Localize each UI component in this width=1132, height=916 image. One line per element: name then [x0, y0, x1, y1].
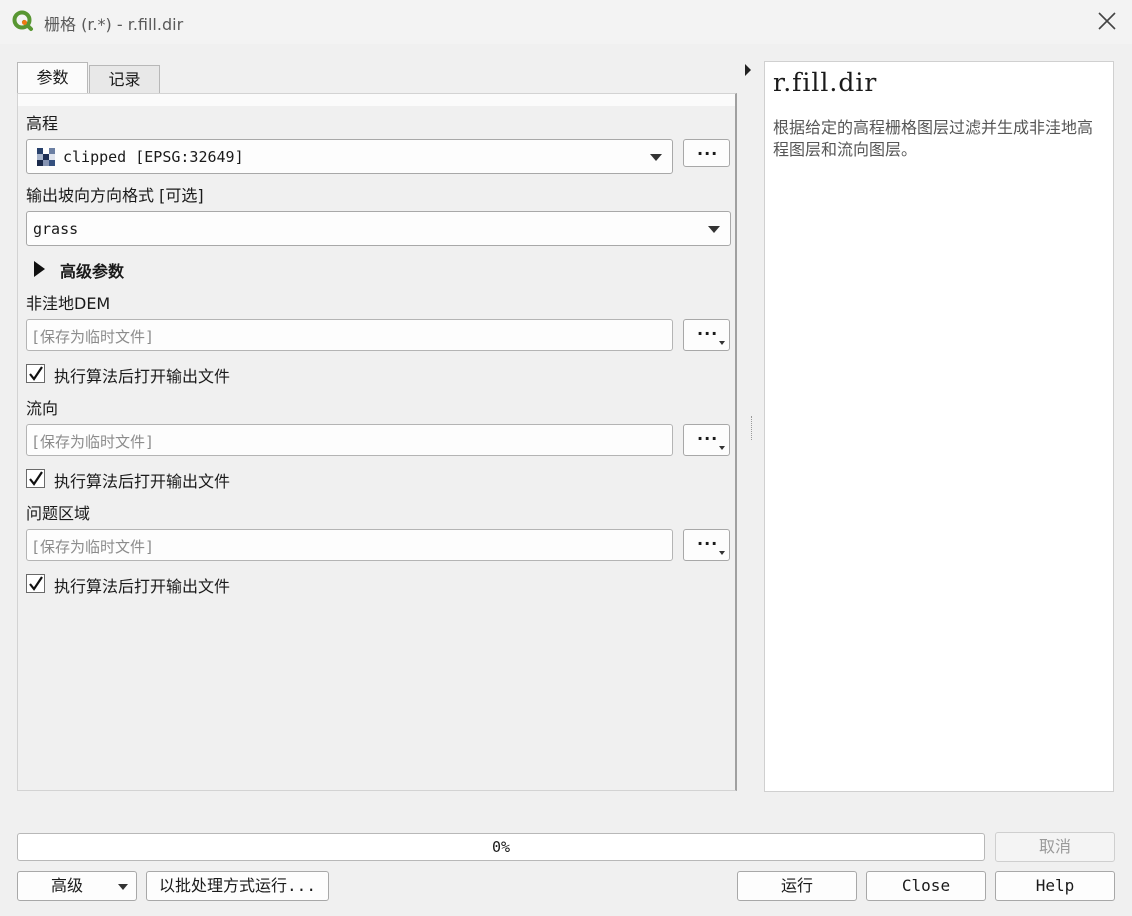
output-depressionless-dem-label: 非洼地DEM: [26, 294, 111, 313]
help-button[interactable]: Help: [995, 871, 1115, 901]
chevron-down-icon: [650, 154, 662, 161]
chevron-down-icon: [118, 884, 128, 890]
close-button[interactable]: Close: [866, 871, 986, 901]
title-bar: 栅格 (r.*) - r.fill.dir: [0, 0, 1132, 44]
open-output-label: 执行算法后打开输出文件: [54, 367, 231, 386]
run-batch-button[interactable]: 以批处理方式运行...: [146, 871, 329, 901]
output-problem-areas-field[interactable]: [保存为临时文件]: [26, 529, 673, 561]
chevron-down-icon: [719, 341, 725, 345]
open-output-checkbox[interactable]: [26, 364, 45, 383]
elevation-browse-button[interactable]: ···: [683, 139, 730, 167]
output-flow-direction-browse-button[interactable]: ···: [683, 424, 730, 456]
output-problem-areas-label: 问题区域: [26, 504, 91, 523]
chevron-down-icon: [719, 446, 725, 450]
open-output-label: 执行算法后打开输出文件: [54, 472, 231, 491]
collapse-help-arrow-icon[interactable]: [745, 64, 751, 76]
format-value: grass: [33, 220, 79, 238]
window-title: 栅格 (r.*) - r.fill.dir: [44, 15, 184, 34]
format-select[interactable]: grass: [26, 211, 731, 246]
output-depressionless-dem-field[interactable]: [保存为临时文件]: [26, 319, 673, 351]
advanced-menu-button[interactable]: 高级: [17, 871, 137, 901]
open-output-checkbox[interactable]: [26, 469, 45, 488]
help-title: r.fill.dir: [773, 68, 878, 97]
tab-log[interactable]: 记录: [89, 65, 160, 94]
qgis-logo-icon: [12, 10, 33, 31]
help-panel: r.fill.dir 根据给定的高程栅格图层过滤并生成非洼地高程图层和流向图层。: [764, 61, 1114, 792]
advanced-parameters-label: 高级参数: [60, 262, 125, 281]
run-button[interactable]: 运行: [737, 871, 857, 901]
advanced-menu-label: 高级: [51, 876, 84, 895]
chevron-down-icon: [719, 551, 725, 555]
close-window-icon[interactable]: [1094, 8, 1120, 34]
progress-bar: 0%: [17, 833, 985, 861]
output-problem-areas-browse-button[interactable]: ···: [683, 529, 730, 561]
open-output-label: 执行算法后打开输出文件: [54, 577, 231, 596]
elevation-layer-select[interactable]: clipped [EPSG:32649]: [26, 139, 673, 174]
help-description: 根据给定的高程栅格图层过滤并生成非洼地高程图层和流向图层。: [773, 118, 1094, 159]
open-output-checkbox[interactable]: [26, 574, 45, 593]
splitter-handle[interactable]: [751, 416, 754, 440]
check-icon: [29, 576, 43, 591]
check-icon: [29, 366, 43, 381]
elevation-label: 高程: [26, 114, 59, 133]
chevron-down-icon: [708, 226, 720, 233]
output-depressionless-dem-browse-button[interactable]: ···: [683, 319, 730, 351]
expand-triangle-icon: [34, 261, 45, 277]
elevation-layer-value: clipped [EPSG:32649]: [63, 148, 244, 166]
tab-parameters[interactable]: 参数: [17, 62, 88, 95]
raster-layer-icon: [37, 148, 55, 166]
format-label: 输出坡向方向格式 [可选]: [26, 186, 204, 205]
output-flow-direction-field[interactable]: [保存为临时文件]: [26, 424, 673, 456]
cancel-button[interactable]: 取消: [995, 832, 1115, 862]
check-icon: [29, 471, 43, 486]
output-flow-direction-label: 流向: [26, 399, 59, 418]
